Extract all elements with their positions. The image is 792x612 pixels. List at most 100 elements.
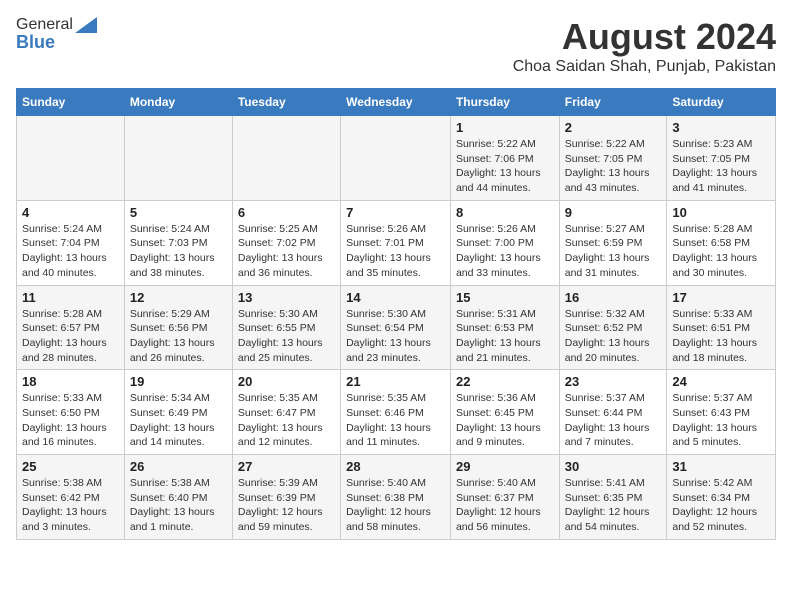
calendar-cell: 21 Sunrise: 5:35 AM Sunset: 6:46 PM Dayli… xyxy=(341,370,451,455)
day-number: 18 xyxy=(22,374,119,389)
calendar-cell: 30 Sunrise: 5:41 AM Sunset: 6:35 PM Dayli… xyxy=(559,455,667,540)
calendar-week-2: 4 Sunrise: 5:24 AM Sunset: 7:04 PM Daylig… xyxy=(17,200,776,285)
calendar-cell: 12Sunrise: 5:29 AM Sunset: 6:56 PM Dayli… xyxy=(124,285,232,370)
day-number: 14 xyxy=(346,290,445,305)
logo-blue-text: Blue xyxy=(16,32,55,53)
day-number: 8 xyxy=(456,205,554,220)
calendar-table: SundayMondayTuesdayWednesdayThursdayFrid… xyxy=(16,88,776,540)
day-info: Sunrise: 5:24 AM Sunset: 7:04 PM Dayligh… xyxy=(22,222,119,281)
day-number: 29 xyxy=(456,459,554,474)
day-info: Sunrise: 5:37 AM Sunset: 6:44 PM Dayligh… xyxy=(565,391,662,450)
day-info: Sunrise: 5:28 AM Sunset: 6:57 PM Dayligh… xyxy=(22,307,119,366)
weekday-header-thursday: Thursday xyxy=(450,89,559,116)
logo-icon xyxy=(75,17,97,33)
day-info: Sunrise: 5:22 AM Sunset: 7:06 PM Dayligh… xyxy=(456,137,554,196)
day-info: Sunrise: 5:41 AM Sunset: 6:35 PM Dayligh… xyxy=(565,476,662,535)
day-info: Sunrise: 5:35 AM Sunset: 6:47 PM Dayligh… xyxy=(238,391,335,450)
day-number: 9 xyxy=(565,205,662,220)
day-number: 4 xyxy=(22,205,119,220)
day-info: Sunrise: 5:38 AM Sunset: 6:40 PM Dayligh… xyxy=(130,476,227,535)
calendar-cell xyxy=(341,116,451,201)
day-info: Sunrise: 5:35 AM Sunset: 6:46 PM Dayligh… xyxy=(346,391,445,450)
calendar-cell: 13Sunrise: 5:30 AM Sunset: 6:55 PM Dayli… xyxy=(232,285,340,370)
day-info: Sunrise: 5:39 AM Sunset: 6:39 PM Dayligh… xyxy=(238,476,335,535)
day-number: 27 xyxy=(238,459,335,474)
day-number: 12 xyxy=(130,290,227,305)
calendar-cell: 17Sunrise: 5:33 AM Sunset: 6:51 PM Dayli… xyxy=(667,285,776,370)
day-number: 10 xyxy=(672,205,770,220)
day-number: 28 xyxy=(346,459,445,474)
calendar-cell: 10 Sunrise: 5:28 AM Sunset: 6:58 PM Dayli… xyxy=(667,200,776,285)
calendar-cell: 24 Sunrise: 5:37 AM Sunset: 6:43 PM Dayli… xyxy=(667,370,776,455)
title-block: August 2024 Choa Saidan Shah, Punjab, Pa… xyxy=(513,16,776,76)
day-number: 2 xyxy=(565,120,662,135)
day-info: Sunrise: 5:28 AM Sunset: 6:58 PM Dayligh… xyxy=(672,222,770,281)
day-info: Sunrise: 5:38 AM Sunset: 6:42 PM Dayligh… xyxy=(22,476,119,535)
calendar-cell: 3 Sunrise: 5:23 AM Sunset: 7:05 PM Daylig… xyxy=(667,116,776,201)
day-number: 31 xyxy=(672,459,770,474)
calendar-cell: 2Sunrise: 5:22 AM Sunset: 7:05 PM Daylig… xyxy=(559,116,667,201)
month-title: August 2024 xyxy=(513,16,776,58)
day-info: Sunrise: 5:40 AM Sunset: 6:38 PM Dayligh… xyxy=(346,476,445,535)
calendar-cell: 8 Sunrise: 5:26 AM Sunset: 7:00 PM Daylig… xyxy=(450,200,559,285)
day-info: Sunrise: 5:42 AM Sunset: 6:34 PM Dayligh… xyxy=(672,476,770,535)
day-info: Sunrise: 5:30 AM Sunset: 6:54 PM Dayligh… xyxy=(346,307,445,366)
calendar-cell: 27 Sunrise: 5:39 AM Sunset: 6:39 PM Dayli… xyxy=(232,455,340,540)
calendar-cell xyxy=(124,116,232,201)
day-info: Sunrise: 5:33 AM Sunset: 6:51 PM Dayligh… xyxy=(672,307,770,366)
calendar-cell: 18 Sunrise: 5:33 AM Sunset: 6:50 PM Dayli… xyxy=(17,370,125,455)
calendar-cell: 11 Sunrise: 5:28 AM Sunset: 6:57 PM Dayli… xyxy=(17,285,125,370)
calendar-cell: 6Sunrise: 5:25 AM Sunset: 7:02 PM Daylig… xyxy=(232,200,340,285)
day-info: Sunrise: 5:31 AM Sunset: 6:53 PM Dayligh… xyxy=(456,307,554,366)
day-number: 20 xyxy=(238,374,335,389)
day-number: 15 xyxy=(456,290,554,305)
calendar-cell: 31 Sunrise: 5:42 AM Sunset: 6:34 PM Dayli… xyxy=(667,455,776,540)
calendar-cell: 23 Sunrise: 5:37 AM Sunset: 6:44 PM Dayli… xyxy=(559,370,667,455)
calendar-cell xyxy=(17,116,125,201)
day-info: Sunrise: 5:33 AM Sunset: 6:50 PM Dayligh… xyxy=(22,391,119,450)
calendar-cell: 7 Sunrise: 5:26 AM Sunset: 7:01 PM Daylig… xyxy=(341,200,451,285)
calendar-week-1: 1 Sunrise: 5:22 AM Sunset: 7:06 PM Daylig… xyxy=(17,116,776,201)
calendar-week-4: 18 Sunrise: 5:33 AM Sunset: 6:50 PM Dayli… xyxy=(17,370,776,455)
day-info: Sunrise: 5:23 AM Sunset: 7:05 PM Dayligh… xyxy=(672,137,770,196)
day-number: 23 xyxy=(565,374,662,389)
weekday-header-friday: Friday xyxy=(559,89,667,116)
day-number: 11 xyxy=(22,290,119,305)
day-info: Sunrise: 5:40 AM Sunset: 6:37 PM Dayligh… xyxy=(456,476,554,535)
calendar-cell: 28 Sunrise: 5:40 AM Sunset: 6:38 PM Dayli… xyxy=(341,455,451,540)
day-info: Sunrise: 5:32 AM Sunset: 6:52 PM Dayligh… xyxy=(565,307,662,366)
calendar-cell: 1 Sunrise: 5:22 AM Sunset: 7:06 PM Daylig… xyxy=(450,116,559,201)
day-number: 21 xyxy=(346,374,445,389)
weekday-header-row: SundayMondayTuesdayWednesdayThursdayFrid… xyxy=(17,89,776,116)
calendar-cell: 15 Sunrise: 5:31 AM Sunset: 6:53 PM Dayli… xyxy=(450,285,559,370)
calendar-week-3: 11 Sunrise: 5:28 AM Sunset: 6:57 PM Dayli… xyxy=(17,285,776,370)
day-number: 24 xyxy=(672,374,770,389)
calendar-cell: 20 Sunrise: 5:35 AM Sunset: 6:47 PM Dayli… xyxy=(232,370,340,455)
day-info: Sunrise: 5:26 AM Sunset: 7:00 PM Dayligh… xyxy=(456,222,554,281)
calendar-cell: 22 Sunrise: 5:36 AM Sunset: 6:45 PM Dayli… xyxy=(450,370,559,455)
day-number: 22 xyxy=(456,374,554,389)
day-number: 19 xyxy=(130,374,227,389)
weekday-header-sunday: Sunday xyxy=(17,89,125,116)
day-number: 3 xyxy=(672,120,770,135)
calendar-cell: 25Sunrise: 5:38 AM Sunset: 6:42 PM Dayli… xyxy=(17,455,125,540)
weekday-header-saturday: Saturday xyxy=(667,89,776,116)
day-info: Sunrise: 5:37 AM Sunset: 6:43 PM Dayligh… xyxy=(672,391,770,450)
calendar-cell: 16Sunrise: 5:32 AM Sunset: 6:52 PM Dayli… xyxy=(559,285,667,370)
day-number: 1 xyxy=(456,120,554,135)
calendar-cell: 4 Sunrise: 5:24 AM Sunset: 7:04 PM Daylig… xyxy=(17,200,125,285)
day-number: 5 xyxy=(130,205,227,220)
day-info: Sunrise: 5:36 AM Sunset: 6:45 PM Dayligh… xyxy=(456,391,554,450)
weekday-header-monday: Monday xyxy=(124,89,232,116)
location-title: Choa Saidan Shah, Punjab, Pakistan xyxy=(513,58,776,76)
day-number: 7 xyxy=(346,205,445,220)
day-number: 6 xyxy=(238,205,335,220)
logo: General Blue xyxy=(16,16,99,53)
calendar-cell: 29 Sunrise: 5:40 AM Sunset: 6:37 PM Dayli… xyxy=(450,455,559,540)
day-info: Sunrise: 5:34 AM Sunset: 6:49 PM Dayligh… xyxy=(130,391,227,450)
calendar-week-5: 25Sunrise: 5:38 AM Sunset: 6:42 PM Dayli… xyxy=(17,455,776,540)
weekday-header-wednesday: Wednesday xyxy=(341,89,451,116)
day-info: Sunrise: 5:26 AM Sunset: 7:01 PM Dayligh… xyxy=(346,222,445,281)
day-number: 30 xyxy=(565,459,662,474)
calendar-cell: 19 Sunrise: 5:34 AM Sunset: 6:49 PM Dayli… xyxy=(124,370,232,455)
